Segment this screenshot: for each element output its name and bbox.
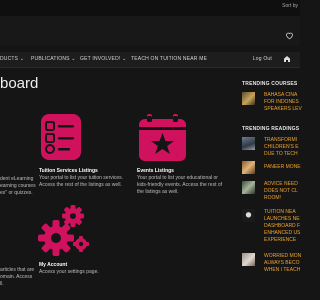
desc-line: omain. Access <box>0 274 33 280</box>
elearning-card-desc: dent eLearning earning courses es" or qu… <box>0 176 38 197</box>
desc-line: Your portal to list your tuition service… <box>39 175 124 181</box>
reading-line: ENHANCED US <box>264 230 301 236</box>
list-checklist-icon[interactable] <box>40 113 82 161</box>
articles-card-desc: articles that are omain. Access ll. <box>0 267 38 288</box>
desc-line: Access the rest of the listings as well. <box>39 182 122 188</box>
desc-line: ll. <box>0 281 4 287</box>
nav-item-teach[interactable]: TEACH ON TUITION NEAR ME <box>131 56 207 62</box>
reading-line: DUE TO TECH <box>264 151 298 157</box>
top-strip: Sort by <box>0 0 300 16</box>
logout-link[interactable]: Log Out <box>253 56 272 62</box>
reading-line: LAUNCHES NE <box>264 216 300 222</box>
trending-readings-heading: TRENDING READINGS <box>242 126 300 132</box>
reading-line: DASHBOARD F <box>264 223 301 229</box>
reading-line: WHEN I TEACH <box>264 267 301 273</box>
main-nav: DUCTS ⌄ PUBLICATIONS ⌄ GET INVOLVED! ⌄ T… <box>0 52 300 68</box>
reading-thumbnail[interactable] <box>242 161 255 174</box>
page-title: board <box>0 75 39 92</box>
home-icon[interactable] <box>283 55 291 63</box>
reading-line: DOES NOT CL <box>264 188 298 194</box>
course-thumbnail[interactable] <box>242 92 255 105</box>
reading-line: TUITION NEA <box>264 209 296 215</box>
reading-link-advice[interactable]: ADVICE NEED DOES NOT CL ROOM! <box>264 181 298 202</box>
reading-link-transforming[interactable]: TRANSFORMI CHILDREN'S E DUE TO TECH <box>264 137 299 158</box>
trending-courses-heading: TRENDING COURSES <box>242 81 298 87</box>
reading-line: TRANSFORMI <box>264 137 298 143</box>
tuition-listings-title[interactable]: Tuition Services Listings <box>39 168 98 174</box>
desc-line: the listings as well. <box>137 189 179 195</box>
course-line: BAHASA CINA <box>264 92 298 98</box>
nav-item-products[interactable]: DUCTS ⌄ <box>0 56 24 62</box>
reading-thumbnail[interactable] <box>242 181 255 194</box>
desc-line: dent eLearning <box>0 176 34 182</box>
reading-line: CHILDREN'S E <box>264 144 299 150</box>
reading-link-paneer[interactable]: PANEER MONE <box>264 164 301 171</box>
nav-item-publications[interactable]: PUBLICATIONS ⌄ <box>31 56 76 62</box>
reading-line: PANEER MONE <box>264 164 301 170</box>
events-listings-title[interactable]: Events Listings <box>137 168 174 174</box>
reading-line: EXPERIENCE <box>264 237 297 243</box>
reading-line: ADVICE NEED <box>264 181 298 187</box>
reading-thumbnail[interactable] <box>242 209 255 222</box>
nav-item-get-involved[interactable]: GET INVOLVED! ⌄ <box>80 56 126 62</box>
desc-line: earning courses <box>0 183 36 189</box>
reading-link-tuition-near-me[interactable]: TUITION NEA LAUNCHES NE DASHBOARD F ENHA… <box>264 209 300 244</box>
reading-line: ALWAYS BECO <box>264 260 300 266</box>
reading-line: WORRIED MON <box>264 253 302 259</box>
gears-icon[interactable] <box>36 205 92 257</box>
desc-line: kids-friendly events. Access the rest of <box>137 182 223 188</box>
tuition-listings-desc: Your portal to list your tuition service… <box>39 175 129 189</box>
heart-icon[interactable] <box>285 31 294 40</box>
calendar-star-icon[interactable] <box>137 113 188 163</box>
site-header <box>0 16 300 46</box>
desc-line: es" or quizzes. <box>0 190 33 196</box>
reading-thumbnail[interactable] <box>242 253 255 266</box>
my-account-title[interactable]: My Account <box>39 262 67 268</box>
reading-thumbnail[interactable] <box>242 137 255 150</box>
reading-line: ROOM! <box>264 195 281 201</box>
course-line: FOR INDONES <box>264 99 299 105</box>
events-listings-desc: Your portal to list your educational or … <box>137 175 229 196</box>
desc-line: Access your settings page. <box>39 269 99 275</box>
desc-line: Your portal to list your educational or <box>137 175 218 181</box>
course-link-bahasa-cina[interactable]: BAHASA CINA FOR INDONES SPEAKERS LEV <box>264 92 302 113</box>
course-line: SPEAKERS LEV <box>264 106 302 112</box>
my-account-desc: Access your settings page. <box>39 269 129 276</box>
sort-by-label[interactable]: Sort by <box>282 3 298 9</box>
reading-link-worried-mom[interactable]: WORRIED MON ALWAYS BECO WHEN I TEACH <box>264 253 301 274</box>
desc-line: articles that are <box>0 267 35 273</box>
